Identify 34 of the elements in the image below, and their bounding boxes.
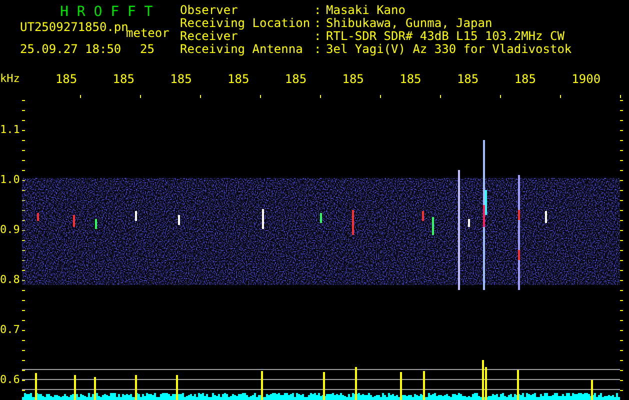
meteor-count: 25	[140, 42, 154, 56]
mode-label: meteor	[126, 26, 170, 40]
app-title: H R O F F T	[60, 4, 154, 20]
info-value: RTL-SDR SDR# 43dB L15 103.2MHz CW	[326, 30, 566, 43]
info-label: Observer	[180, 4, 239, 17]
time-axis-label: 185	[228, 72, 250, 88]
frequency-axis-label: 1.0	[0, 172, 21, 188]
info-separator: :	[314, 17, 322, 30]
info-separator: :	[314, 30, 322, 43]
time-axis-label: 185	[284, 72, 308, 88]
frequency-axis-label: 0.7	[0, 322, 21, 338]
info-label: Receiver	[180, 30, 238, 43]
frequency-unit: kHz	[0, 72, 21, 87]
date-time: 25.09.27 18:50	[20, 42, 122, 56]
frequency-axis-label: 1.1	[0, 122, 21, 138]
time-axis-label: 185	[55, 72, 78, 88]
info-value: Shibukawa, Gunma, Japan	[326, 17, 494, 30]
frequency-axis-label: 0.9	[0, 222, 21, 238]
time-axis-label: 185	[514, 72, 537, 88]
time-axis-label: 185	[342, 72, 365, 88]
info-value: 3el Yagi(V) Az 330 for Vladivostok	[326, 43, 572, 56]
frequency-axis-label: 0.8	[0, 272, 21, 288]
info-separator: :	[314, 43, 322, 56]
frequency-axis-label: 0.6	[0, 372, 21, 388]
info-value: Masaki Kano	[326, 4, 406, 17]
info-separator: :	[314, 4, 322, 17]
file-name: UT2509271850.pn	[20, 20, 126, 34]
info-label: Receiving Antenna	[180, 43, 304, 56]
time-axis-label: 185	[112, 72, 136, 88]
time-axis-label: 185	[170, 72, 193, 88]
time-axis-label: 1900	[572, 72, 602, 88]
time-axis-label: 185	[400, 72, 422, 88]
time-axis-label: 185	[456, 72, 480, 88]
info-label: Receiving Location	[180, 17, 312, 30]
